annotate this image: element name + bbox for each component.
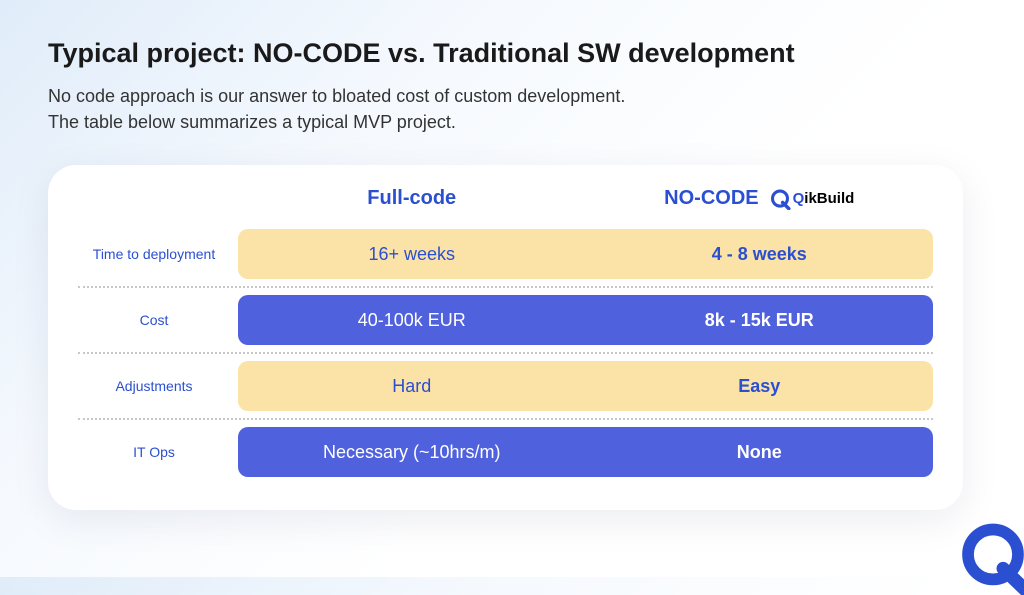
row-label-adjustments: Adjustments: [78, 377, 238, 395]
subtitle-line-1: No code approach is our answer to bloate…: [48, 86, 625, 106]
row-pill: 16+ weeks 4 - 8 weeks: [238, 229, 933, 279]
cell-nocode-cost: 8k - 15k EUR: [586, 295, 934, 345]
column-header-nocode: NO-CODE QikBuild: [586, 187, 934, 210]
q-icon: [769, 188, 791, 210]
comparison-table: Time to deployment 16+ weeks 4 - 8 weeks…: [78, 222, 933, 484]
brand-text: QikBuild: [793, 190, 855, 207]
row-label-itops: IT Ops: [78, 443, 238, 461]
row-label-time: Time to deployment: [78, 245, 238, 263]
comparison-card: Full-code NO-CODE QikBuild Time to deplo…: [48, 165, 963, 510]
brand-logo-inline: QikBuild: [769, 188, 855, 210]
cell-fullcode-itops: Necessary (~10hrs/m): [238, 427, 586, 477]
column-header-fullcode: Full-code: [238, 187, 586, 210]
table-row: IT Ops Necessary (~10hrs/m) None: [78, 420, 933, 484]
table-row: Cost 40-100k EUR 8k - 15k EUR: [78, 288, 933, 354]
cell-nocode-itops: None: [586, 427, 934, 477]
page-subtitle: No code approach is our answer to bloate…: [48, 83, 976, 135]
row-pill: Necessary (~10hrs/m) None: [238, 427, 933, 477]
column-headers: Full-code NO-CODE QikBuild: [78, 187, 933, 210]
subtitle-line-2: The table below summarizes a typical MVP…: [48, 112, 456, 132]
table-row: Time to deployment 16+ weeks 4 - 8 weeks: [78, 222, 933, 288]
row-label-cost: Cost: [78, 311, 238, 329]
row-pill: 40-100k EUR 8k - 15k EUR: [238, 295, 933, 345]
corner-q-icon: [954, 517, 1024, 595]
page-title: Typical project: NO-CODE vs. Traditional…: [48, 38, 976, 69]
row-pill: Hard Easy: [238, 361, 933, 411]
column-header-nocode-text: NO-CODE: [664, 187, 758, 210]
cell-fullcode-cost: 40-100k EUR: [238, 295, 586, 345]
cell-fullcode-time: 16+ weeks: [238, 229, 586, 279]
table-row: Adjustments Hard Easy: [78, 354, 933, 420]
cell-fullcode-adjustments: Hard: [238, 361, 586, 411]
cell-nocode-adjustments: Easy: [586, 361, 934, 411]
cell-nocode-time: 4 - 8 weeks: [586, 229, 934, 279]
